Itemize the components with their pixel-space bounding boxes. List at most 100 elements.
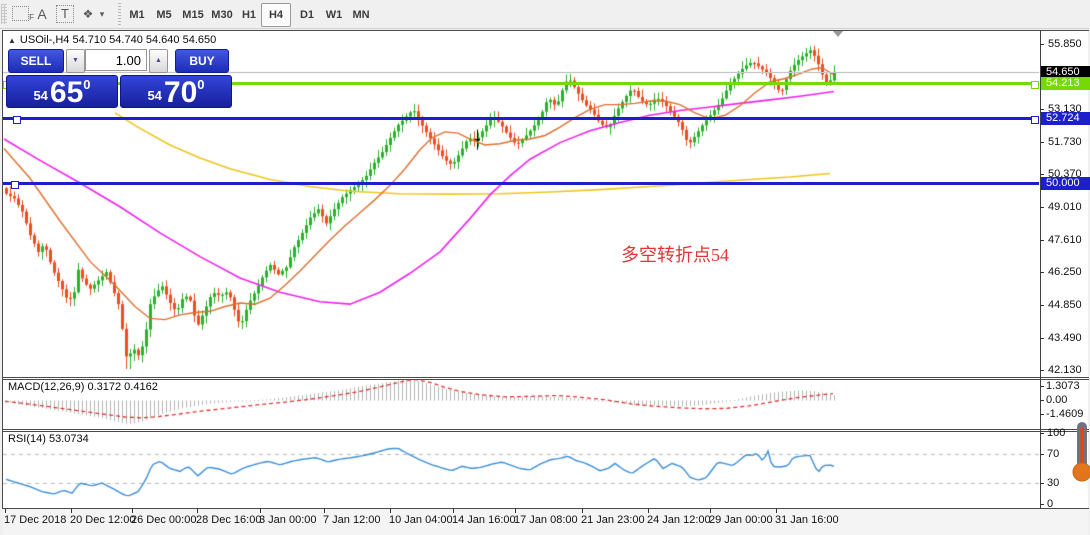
dropdown-caret-icon[interactable]: ▾ [97, 4, 107, 24]
price-tick [1040, 44, 1044, 45]
rsi-scale-tick [1040, 504, 1044, 505]
text-a-icon[interactable]: A [34, 4, 50, 24]
time-tick [71, 509, 72, 513]
timeframe-button-w1[interactable]: W1 [320, 3, 348, 27]
time-tick-label: 17 Jan 08:00 [514, 514, 578, 526]
price-tick-label: 47.610 [1048, 234, 1082, 246]
volume-input[interactable] [85, 49, 147, 71]
timeframe-button-mn[interactable]: MN [347, 3, 375, 27]
timeframe-button-m5[interactable]: M5 [150, 3, 178, 27]
rsi-indicator-label: RSI(14) 53.0734 [8, 433, 89, 445]
chart-title-text: USOil-,H4 54.710 54.740 54.640 54.650 [19, 34, 217, 46]
hline-handle[interactable] [13, 115, 21, 124]
timeframe-button-m30[interactable]: M30 [206, 3, 238, 27]
time-tick-label: 3 Jan 00:00 [259, 514, 317, 526]
price-badge-50000: 50.000 [1041, 177, 1090, 190]
time-tick [515, 509, 516, 513]
rsi-scale-label: 100 [1047, 427, 1066, 439]
macd-scale-tick [1040, 414, 1044, 415]
time-tick-label: 29 Jan 00:00 [709, 514, 773, 526]
time-tick-label: 28 Dec 16:00 [196, 514, 262, 526]
mt4-window: F A T ❖ ▾ M1 M5 M15 M30 H1 H4 D1 W1 MN ▲ USOil-,H… [0, 0, 1090, 535]
time-tick [132, 509, 133, 513]
time-tick-label: 21 Jan 23:00 [581, 514, 645, 526]
sell-price-prefix: 54 [33, 88, 48, 103]
price-tick [1040, 240, 1044, 241]
hline-handle[interactable] [1031, 115, 1039, 124]
time-tick-label: 14 Jan 16:00 [452, 514, 516, 526]
thermometer-icon [1072, 422, 1090, 482]
price-tick [1040, 338, 1044, 339]
time-tick [453, 509, 454, 513]
hline-50[interactable] [3, 182, 1039, 185]
price-tick-label: 46.250 [1048, 266, 1082, 278]
time-tick [648, 509, 649, 513]
time-tick [324, 509, 325, 513]
toolbar-gripper[interactable] [1, 4, 7, 24]
price-badge-52724: 52.724 [1041, 112, 1090, 125]
label-t-icon[interactable]: T [56, 5, 74, 23]
time-tick [390, 509, 391, 513]
volume-down-button[interactable]: ▼ [66, 49, 85, 73]
macd-scale-label: 0.00 [1046, 394, 1068, 406]
chart-text-annotation[interactable]: 多空转折点54 [621, 241, 729, 267]
fibo-grid-f-icon[interactable]: F [12, 4, 34, 24]
time-tick [776, 509, 777, 513]
sell-price-pip: 0 [83, 77, 91, 92]
price-tick [1040, 305, 1044, 306]
buy-price-prefix: 54 [147, 88, 162, 103]
buy-button[interactable]: BUY [175, 49, 229, 73]
time-tick [260, 509, 261, 513]
buy-price-panel[interactable]: 54 70 0 [120, 75, 232, 108]
rsi-scale-tick [1040, 483, 1044, 484]
buy-price-big: 70 [163, 76, 198, 109]
price-tick [1040, 370, 1044, 371]
dotted-box-icon [12, 6, 29, 21]
price-tick-label: 51.730 [1048, 136, 1082, 148]
rsi-scale-tick [1040, 433, 1044, 434]
toolbar: F A T ❖ ▾ M1 M5 M15 M30 H1 H4 D1 W1 MN [0, 0, 1090, 29]
timeframe-button-h1[interactable]: H1 [235, 3, 263, 27]
timeframe-button-d1[interactable]: D1 [293, 3, 321, 27]
time-tick [582, 509, 583, 513]
hline-52.724[interactable] [3, 117, 1039, 120]
price-tick-label: 42.130 [1048, 364, 1082, 376]
toolbar-separator [118, 3, 121, 25]
time-tick-label: 7 Jan 12:00 [323, 514, 381, 526]
rsi-scale-tick [1040, 454, 1044, 455]
price-tick-label: 43.490 [1048, 332, 1082, 344]
price-tick [1040, 272, 1044, 273]
time-tick [710, 509, 711, 513]
price-badge-54213: 54.213 [1041, 77, 1090, 90]
buy-price-pip: 0 [197, 77, 205, 92]
sell-price-big: 65 [49, 76, 84, 109]
time-tick-label: 10 Jan 04:00 [389, 514, 453, 526]
collapse-one-click-arrow[interactable]: ▲ [8, 36, 16, 45]
macd-scale-label: 1.3073 [1046, 380, 1080, 392]
one-click-trading-panel: SELL ▼ ▲ BUY 54 65 0 54 70 0 [6, 47, 232, 109]
time-tick-label: 20 Dec 12:00 [70, 514, 136, 526]
volume-up-button[interactable]: ▲ [149, 49, 168, 73]
timeframe-button-m15[interactable]: M15 [177, 3, 209, 27]
chart-shift-marker[interactable] [833, 31, 843, 37]
rsi-scale-label: 70 [1047, 448, 1060, 460]
sell-button[interactable]: SELL [8, 49, 64, 73]
macd-scale-label: -1.4609 [1046, 408, 1084, 420]
timeframe-button-h4[interactable]: H4 [261, 3, 291, 27]
time-tick-label: 17 Dec 2018 [4, 514, 67, 526]
chart-title: ▲ USOil-,H4 54.710 54.740 54.640 54.650 [8, 34, 216, 46]
timeframe-button-m1[interactable]: M1 [123, 3, 151, 27]
macd-scale-tick [1040, 386, 1044, 387]
price-tick-label: 44.850 [1048, 299, 1082, 311]
time-tick-label: 24 Jan 12:00 [647, 514, 711, 526]
price-tick [1040, 142, 1044, 143]
time-tick [197, 509, 198, 513]
hline-handle[interactable] [11, 180, 19, 189]
sell-price-panel[interactable]: 54 65 0 [6, 75, 118, 108]
time-tick [5, 509, 6, 513]
hline-handle[interactable] [1031, 80, 1039, 89]
price-tick [1040, 109, 1044, 110]
rsi-scale-label: 0 [1047, 498, 1054, 510]
price-tick [1040, 207, 1044, 208]
diamond-tools-icon[interactable]: ❖ [80, 4, 96, 24]
